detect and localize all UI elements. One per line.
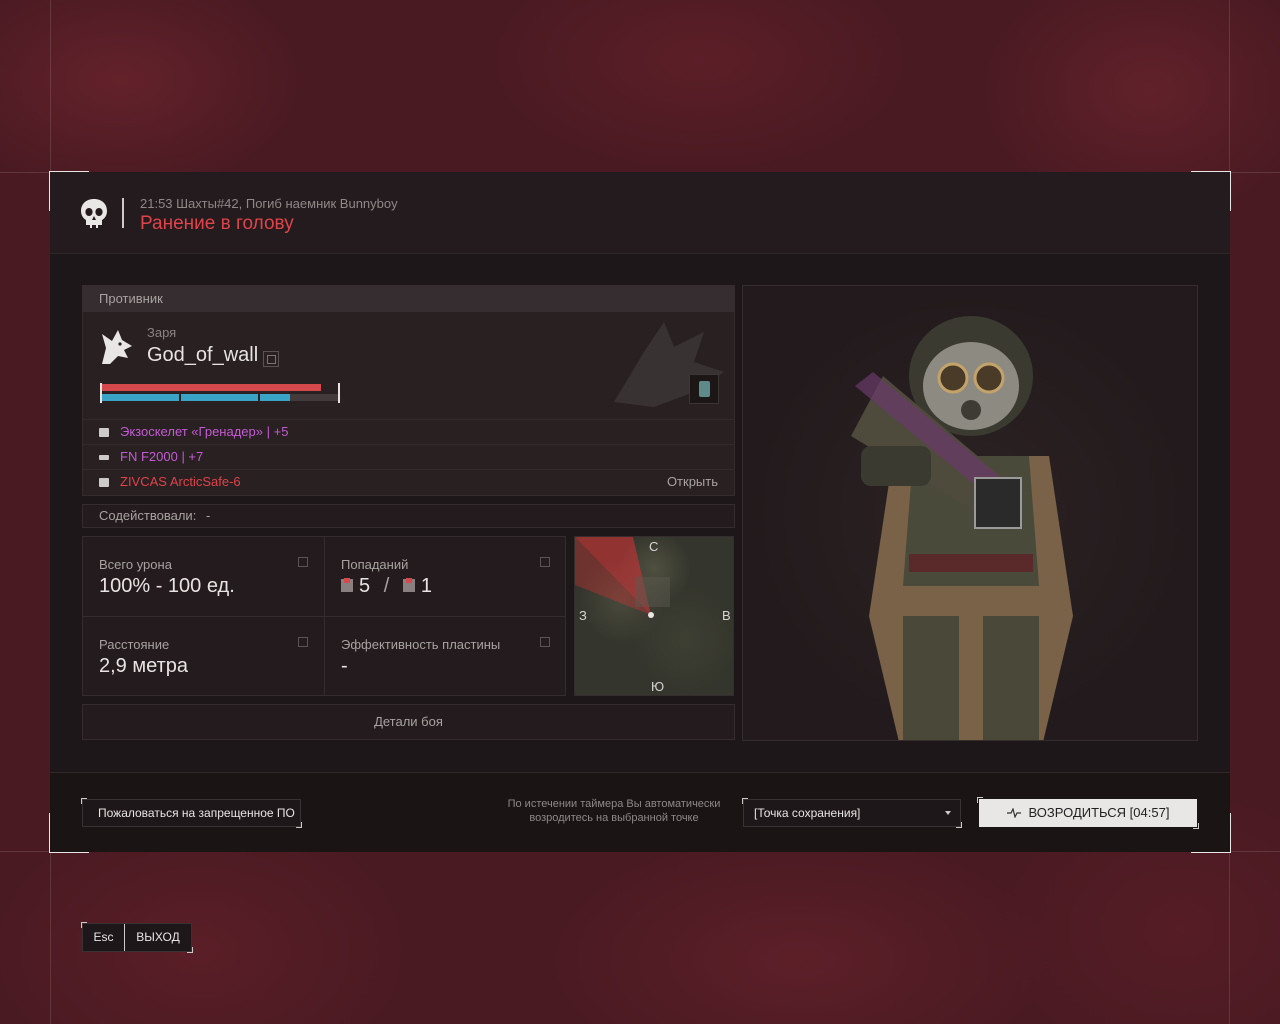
hits-separator: /	[383, 575, 390, 597]
enemy-clan: Заря	[147, 325, 177, 340]
skull-icon	[81, 199, 107, 228]
enemy-character-preview	[742, 285, 1198, 741]
compass-east: В	[722, 608, 731, 623]
soldier-model-icon	[851, 316, 1073, 740]
armor-bar-tick	[258, 394, 260, 401]
enemy-card: Противник Заря God_of_wall Экзоскелет «Г…	[82, 285, 735, 496]
rifle-icon	[99, 455, 109, 460]
stat-label: Попаданий	[341, 557, 409, 572]
assist-label: Содействовали:	[99, 508, 197, 523]
view-cone-icon	[575, 537, 670, 618]
equipment-row-weapon[interactable]: FN F2000 | +7	[83, 444, 734, 468]
respawn-button[interactable]: ВОЗРОДИТЬСЯ [04:57]	[977, 797, 1199, 829]
enemy-status-bars	[100, 383, 340, 404]
info-icon[interactable]	[540, 637, 550, 647]
equipment-bonus: | +7	[181, 449, 204, 464]
compass-south: Ю	[651, 679, 665, 694]
assist-row: Содействовали: -	[82, 504, 735, 528]
armor-bar-tick	[179, 394, 181, 401]
minimap[interactable]: С Ю З В	[574, 536, 734, 696]
enemy-section-label: Противник	[83, 286, 734, 312]
enemy-item-slot[interactable]	[689, 374, 719, 404]
stat-value: 100% - 100 ед.	[99, 575, 235, 597]
info-icon[interactable]	[298, 637, 308, 647]
hits-head: 5	[359, 575, 371, 597]
device-icon	[99, 478, 109, 487]
stat-damage: Всего урона 100% - 100 ед.	[83, 537, 324, 616]
open-button[interactable]: Открыть	[667, 470, 718, 494]
equipment-name: Экзоскелет «Гренадер»	[120, 424, 263, 439]
death-info: 21:53 Шахты#42, Погиб наемник Bunnyboy	[140, 196, 398, 211]
body-hit-icon	[402, 578, 415, 592]
timer-note-line: возродитесь на выбранной точке	[529, 812, 699, 824]
stat-value: 5 / 1	[341, 575, 432, 598]
report-cheat-button[interactable]: Пожаловаться на запрещенное ПО	[81, 798, 302, 828]
spawn-point-select[interactable]: [Точка сохранения]	[742, 798, 962, 828]
exit-label: ВЫХОД	[136, 930, 180, 944]
stat-value: -	[341, 655, 348, 677]
armor-bar	[100, 394, 290, 401]
health-bar	[100, 384, 321, 391]
hits-body: 1	[420, 575, 432, 597]
copy-icon[interactable]	[263, 351, 279, 367]
stat-label: Всего урона	[99, 557, 172, 572]
armor-icon	[99, 428, 109, 437]
equipment-row-device[interactable]: ZIVCAS ArcticSafe-6 Открыть	[83, 469, 734, 493]
stat-label: Расстояние	[99, 637, 170, 652]
respawn-label: ВОЗРОДИТЬСЯ [04:57]	[1028, 805, 1170, 820]
stat-plate: Эффективность пластины -	[325, 617, 566, 696]
compass-north: С	[649, 539, 659, 554]
stat-label: Эффективность пластины	[341, 637, 501, 652]
enemy-nickname: God_of_wall	[147, 344, 259, 366]
bar-cap	[338, 383, 340, 403]
equipment-name: ZIVCAS ArcticSafe-6	[120, 474, 241, 489]
pulse-icon	[1006, 808, 1021, 818]
info-icon[interactable]	[540, 557, 550, 567]
battle-details-button[interactable]: Детали боя	[82, 704, 735, 740]
equipment-name: FN F2000	[120, 449, 178, 464]
assist-value: -	[205, 508, 211, 523]
compass-west: З	[579, 608, 587, 623]
header-separator	[122, 198, 124, 228]
death-header: 21:53 Шахты#42, Погиб наемник Bunnyboy Р…	[50, 172, 1230, 254]
death-cause: Ранение в голову	[140, 213, 294, 234]
stats-grid: Всего урона 100% - 100 ед. Попаданий 5 /…	[82, 536, 566, 696]
wolf-clan-icon	[102, 330, 132, 364]
stat-hits: Попаданий 5 / 1	[325, 537, 566, 616]
dropdown-arrow-icon	[945, 811, 951, 815]
timer-note-line: По истечении таймера Вы автоматически	[507, 798, 721, 810]
equipment-bonus: | +5	[266, 424, 289, 439]
stat-value: 2,9 метра	[99, 655, 188, 677]
bar-cap	[100, 383, 102, 403]
equipment-row-armor[interactable]: Экзоскелет «Гренадер» | +5	[83, 419, 734, 443]
head-hit-icon	[341, 578, 353, 592]
stat-distance: Расстояние 2,9 метра	[83, 617, 324, 696]
info-icon[interactable]	[298, 557, 308, 567]
spawn-point-value: [Точка сохранения]	[754, 806, 861, 820]
respawn-timer-note: По истечении таймера Вы автоматически во…	[480, 797, 748, 825]
footer-bar: Пожаловаться на запрещенное ПО По истече…	[50, 772, 1230, 852]
esc-key-hint: Esc	[83, 924, 125, 951]
death-report-panel: 21:53 Шахты#42, Погиб наемник Bunnyboy Р…	[49, 171, 1231, 853]
exit-button[interactable]: Esc ВЫХОД	[81, 922, 193, 953]
